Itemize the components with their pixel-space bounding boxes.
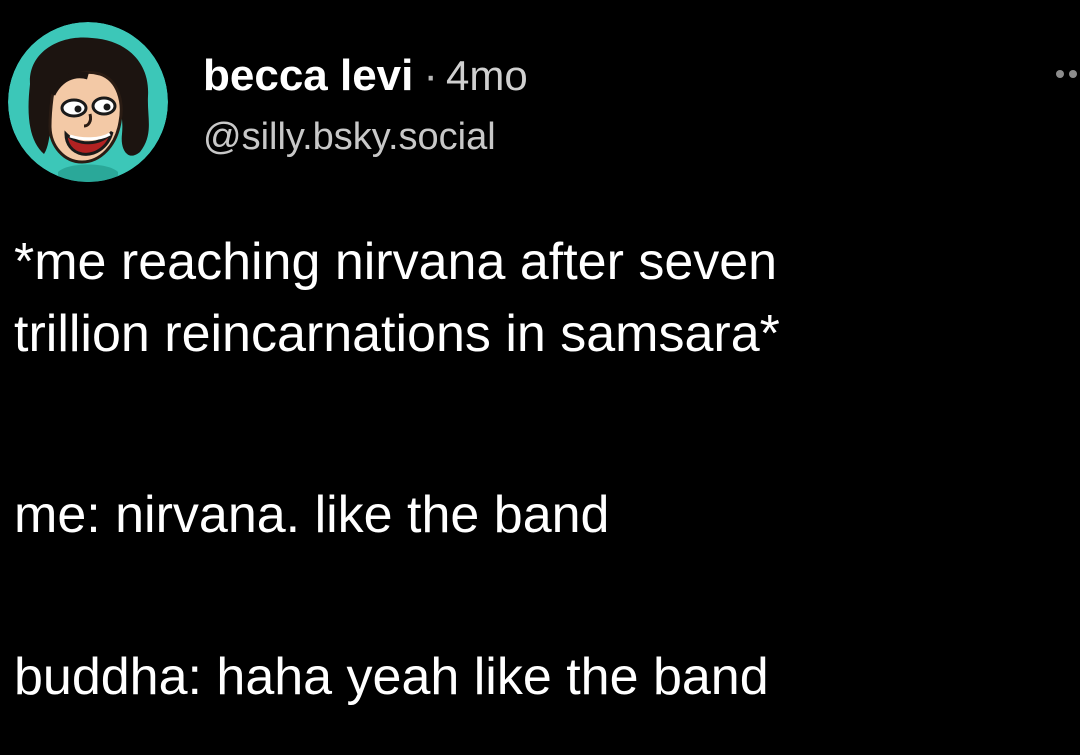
author-row: becca levi · 4mo <box>203 46 1023 106</box>
post-line-2: trillion reincarnations in samsara* <box>14 305 780 363</box>
more-options-dot <box>1069 70 1077 78</box>
author-handle[interactable]: @silly.bsky.social <box>203 112 1023 162</box>
more-options-dot <box>1056 70 1064 78</box>
post-body: *me reaching nirvana after seven trillio… <box>14 226 1074 706</box>
author-avatar[interactable] <box>8 22 168 182</box>
post-line-1: *me reaching nirvana after seven <box>14 233 778 291</box>
post-card: becca levi · 4mo @silly.bsky.social *me re… <box>0 0 1080 755</box>
post-paragraph-3: buddha: haha yeah like the band <box>14 648 769 706</box>
post-paragraph-2: me: nirvana. like the band <box>14 486 610 544</box>
post-header: becca levi · 4mo @silly.bsky.social <box>203 46 1023 166</box>
cartoon-avatar-icon <box>8 22 168 182</box>
author-display-name[interactable]: becca levi <box>203 51 413 100</box>
post-paragraph-1: *me reaching nirvana after seven trillio… <box>14 226 1074 370</box>
more-options-icon[interactable] <box>1056 66 1080 82</box>
post-timestamp[interactable]: 4mo <box>446 52 528 99</box>
separator-dot: · <box>423 51 439 100</box>
